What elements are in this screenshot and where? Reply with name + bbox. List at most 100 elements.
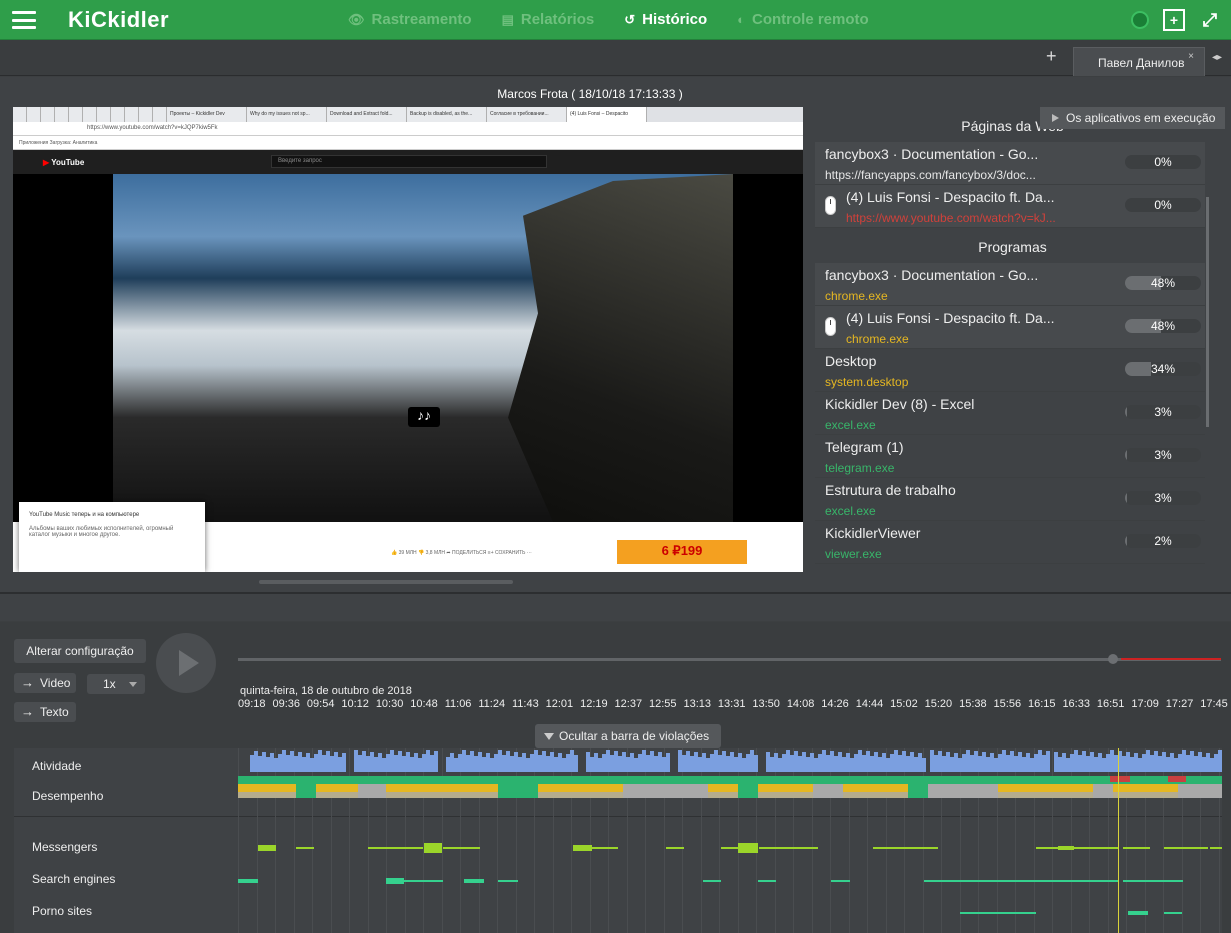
track-label-search: Search engines bbox=[32, 872, 116, 886]
usage-percent-bar: 0% bbox=[1125, 155, 1201, 169]
messengers-event[interactable] bbox=[368, 847, 423, 849]
programs-heading: Programas bbox=[978, 239, 1047, 255]
activity-bar bbox=[342, 753, 346, 772]
timeline-tick-label: 11:06 bbox=[444, 698, 472, 710]
browser-tab bbox=[41, 107, 55, 122]
activity-row[interactable]: Estrutura de trabalho excel.exe 3% bbox=[815, 478, 1205, 521]
track-label-performance: Desempenho bbox=[32, 789, 104, 803]
timeline-tick-label: 14:44 bbox=[855, 698, 884, 710]
add-tab-button[interactable]: + bbox=[1046, 46, 1057, 67]
messengers-event[interactable] bbox=[1210, 847, 1222, 849]
usage-percent-bar: 0% bbox=[1125, 198, 1201, 212]
messengers-event[interactable] bbox=[666, 847, 684, 849]
screenshot-horizontal-scrollbar[interactable] bbox=[259, 580, 513, 584]
nav-item-eye[interactable]: 👁 Rastreamento bbox=[348, 11, 472, 28]
usage-percent-bar: 2% bbox=[1125, 534, 1201, 548]
search-engines-event[interactable] bbox=[703, 880, 721, 882]
activity-row[interactable]: (4) Luis Fonsi - Despacito ft. Da... http… bbox=[815, 185, 1205, 228]
tab-user[interactable]: Павел Данилов × bbox=[1073, 47, 1205, 76]
porn-sites-event[interactable] bbox=[960, 912, 1036, 914]
row-title: KickidlerViewer bbox=[825, 525, 921, 541]
nav-item-remote[interactable]: ◐ Controle remoto bbox=[737, 11, 869, 28]
messengers-event[interactable] bbox=[443, 847, 480, 849]
activity-bar bbox=[1218, 750, 1222, 772]
side-panel-scrollbar[interactable] bbox=[1206, 197, 1209, 427]
browser-tab bbox=[69, 107, 83, 122]
activity-row[interactable]: fancybox3 · Documentation - Go... chrome.… bbox=[815, 263, 1205, 306]
messengers-event[interactable] bbox=[1074, 847, 1118, 849]
porn-sites-event[interactable] bbox=[1128, 911, 1148, 915]
popup-text: Альбомы ваших любимых исполнителей, огро… bbox=[29, 526, 174, 538]
running-apps-button[interactable]: Os aplicativos em execução bbox=[1040, 107, 1225, 129]
performance-segment-low bbox=[998, 792, 1093, 798]
usage-fill bbox=[1125, 534, 1127, 548]
search-engines-event[interactable] bbox=[404, 880, 443, 882]
row-title: fancybox3 · Documentation - Go... bbox=[825, 146, 1039, 162]
programs-list: fancybox3 · Documentation - Go... chrome.… bbox=[815, 263, 1210, 564]
search-engines-event[interactable] bbox=[831, 880, 850, 882]
activity-row[interactable]: KickidlerViewer viewer.exe 2% bbox=[815, 521, 1205, 564]
nav-item-history[interactable]: ↺ Histórico bbox=[624, 11, 707, 28]
performance-segment-low bbox=[1113, 792, 1178, 798]
messengers-event[interactable] bbox=[1058, 846, 1074, 850]
messengers-event[interactable] bbox=[1164, 847, 1208, 849]
messengers-event[interactable] bbox=[296, 847, 314, 849]
nav-item-document[interactable]: ▤ Relatórios bbox=[502, 11, 595, 28]
document-icon: ▤ bbox=[501, 11, 514, 27]
search-engines-event[interactable] bbox=[386, 878, 404, 884]
change-settings-button[interactable]: Alterar configuração bbox=[14, 639, 146, 663]
activity-side-panel: Páginas da Web fancybox3 · Documentation… bbox=[815, 107, 1210, 577]
search-engines-event[interactable] bbox=[238, 879, 258, 883]
slider-knob[interactable] bbox=[1107, 654, 1118, 664]
performance-segment-low bbox=[708, 792, 738, 798]
row-subtitle: excel.exe bbox=[825, 418, 876, 432]
tab-scroll-arrows-icon[interactable]: ◂▸ bbox=[1212, 52, 1222, 63]
close-tab-icon[interactable]: × bbox=[1188, 51, 1194, 62]
performance-segment-low bbox=[296, 792, 316, 798]
play-button[interactable] bbox=[156, 633, 216, 693]
performance-productive-stripe bbox=[238, 776, 1222, 784]
hamburger-menu-icon[interactable] bbox=[10, 8, 38, 32]
captured-screenshot[interactable]: Проекты – Kickidler Dev Why do my issues … bbox=[13, 107, 803, 572]
messengers-event[interactable] bbox=[759, 847, 818, 849]
performance-segment-low bbox=[498, 792, 538, 798]
search-engines-event[interactable] bbox=[498, 880, 518, 882]
search-engines-event[interactable] bbox=[758, 880, 776, 882]
messengers-event[interactable] bbox=[1036, 847, 1058, 849]
messengers-event[interactable] bbox=[424, 843, 442, 853]
speed-select[interactable]: 1x bbox=[87, 674, 145, 694]
track-lanes[interactable] bbox=[238, 748, 1222, 933]
hide-violations-button[interactable]: Ocultar a barra de violações bbox=[535, 724, 721, 748]
text-export-button[interactable]: Texto bbox=[14, 702, 76, 722]
usage-percent-label: 3% bbox=[1154, 448, 1172, 462]
messengers-event[interactable] bbox=[873, 847, 938, 849]
performance-segment-low bbox=[238, 792, 258, 798]
search-engines-event[interactable] bbox=[1123, 880, 1183, 882]
fullscreen-icon[interactable]: ⤢ bbox=[1199, 9, 1221, 31]
porn-sites-event[interactable] bbox=[1164, 912, 1182, 914]
messengers-event[interactable] bbox=[573, 845, 592, 851]
nav-item-label: Relatórios bbox=[520, 11, 595, 28]
activity-row[interactable]: Telegram (1) telegram.exe 3% bbox=[815, 435, 1205, 478]
activity-row[interactable]: fancybox3 · Documentation - Go... https:/… bbox=[815, 142, 1205, 185]
messengers-event[interactable] bbox=[1123, 847, 1150, 849]
row-subtitle: https://fancyapps.com/fancybox/3/doc... bbox=[825, 168, 1036, 182]
messengers-event[interactable] bbox=[592, 847, 618, 849]
activity-row[interactable]: Desktop system.desktop 34% bbox=[815, 349, 1205, 392]
row-subtitle: https://www.youtube.com/watch?v=kJ... bbox=[846, 211, 1056, 225]
messengers-event[interactable] bbox=[738, 843, 758, 853]
timeline-slider[interactable] bbox=[238, 654, 1221, 664]
activity-row[interactable]: (4) Luis Fonsi - Despacito ft. Da... chro… bbox=[815, 306, 1205, 349]
performance-segment-low bbox=[623, 792, 708, 798]
row-subtitle: chrome.exe bbox=[846, 332, 909, 346]
activity-row[interactable]: Kickidler Dev (8) - Excel excel.exe 3% bbox=[815, 392, 1205, 435]
search-engines-event[interactable] bbox=[464, 879, 484, 883]
tab-user-label: Павел Данилов bbox=[1098, 56, 1185, 70]
messengers-event[interactable] bbox=[258, 845, 276, 851]
nav-item-label: Histórico bbox=[642, 11, 708, 28]
messengers-event[interactable] bbox=[721, 847, 738, 849]
search-engines-event[interactable] bbox=[924, 880, 1118, 882]
burger-king-ad: 6 ₽199 bbox=[617, 540, 747, 564]
add-window-icon[interactable]: + bbox=[1163, 9, 1185, 31]
video-export-button[interactable]: Video bbox=[14, 673, 76, 693]
